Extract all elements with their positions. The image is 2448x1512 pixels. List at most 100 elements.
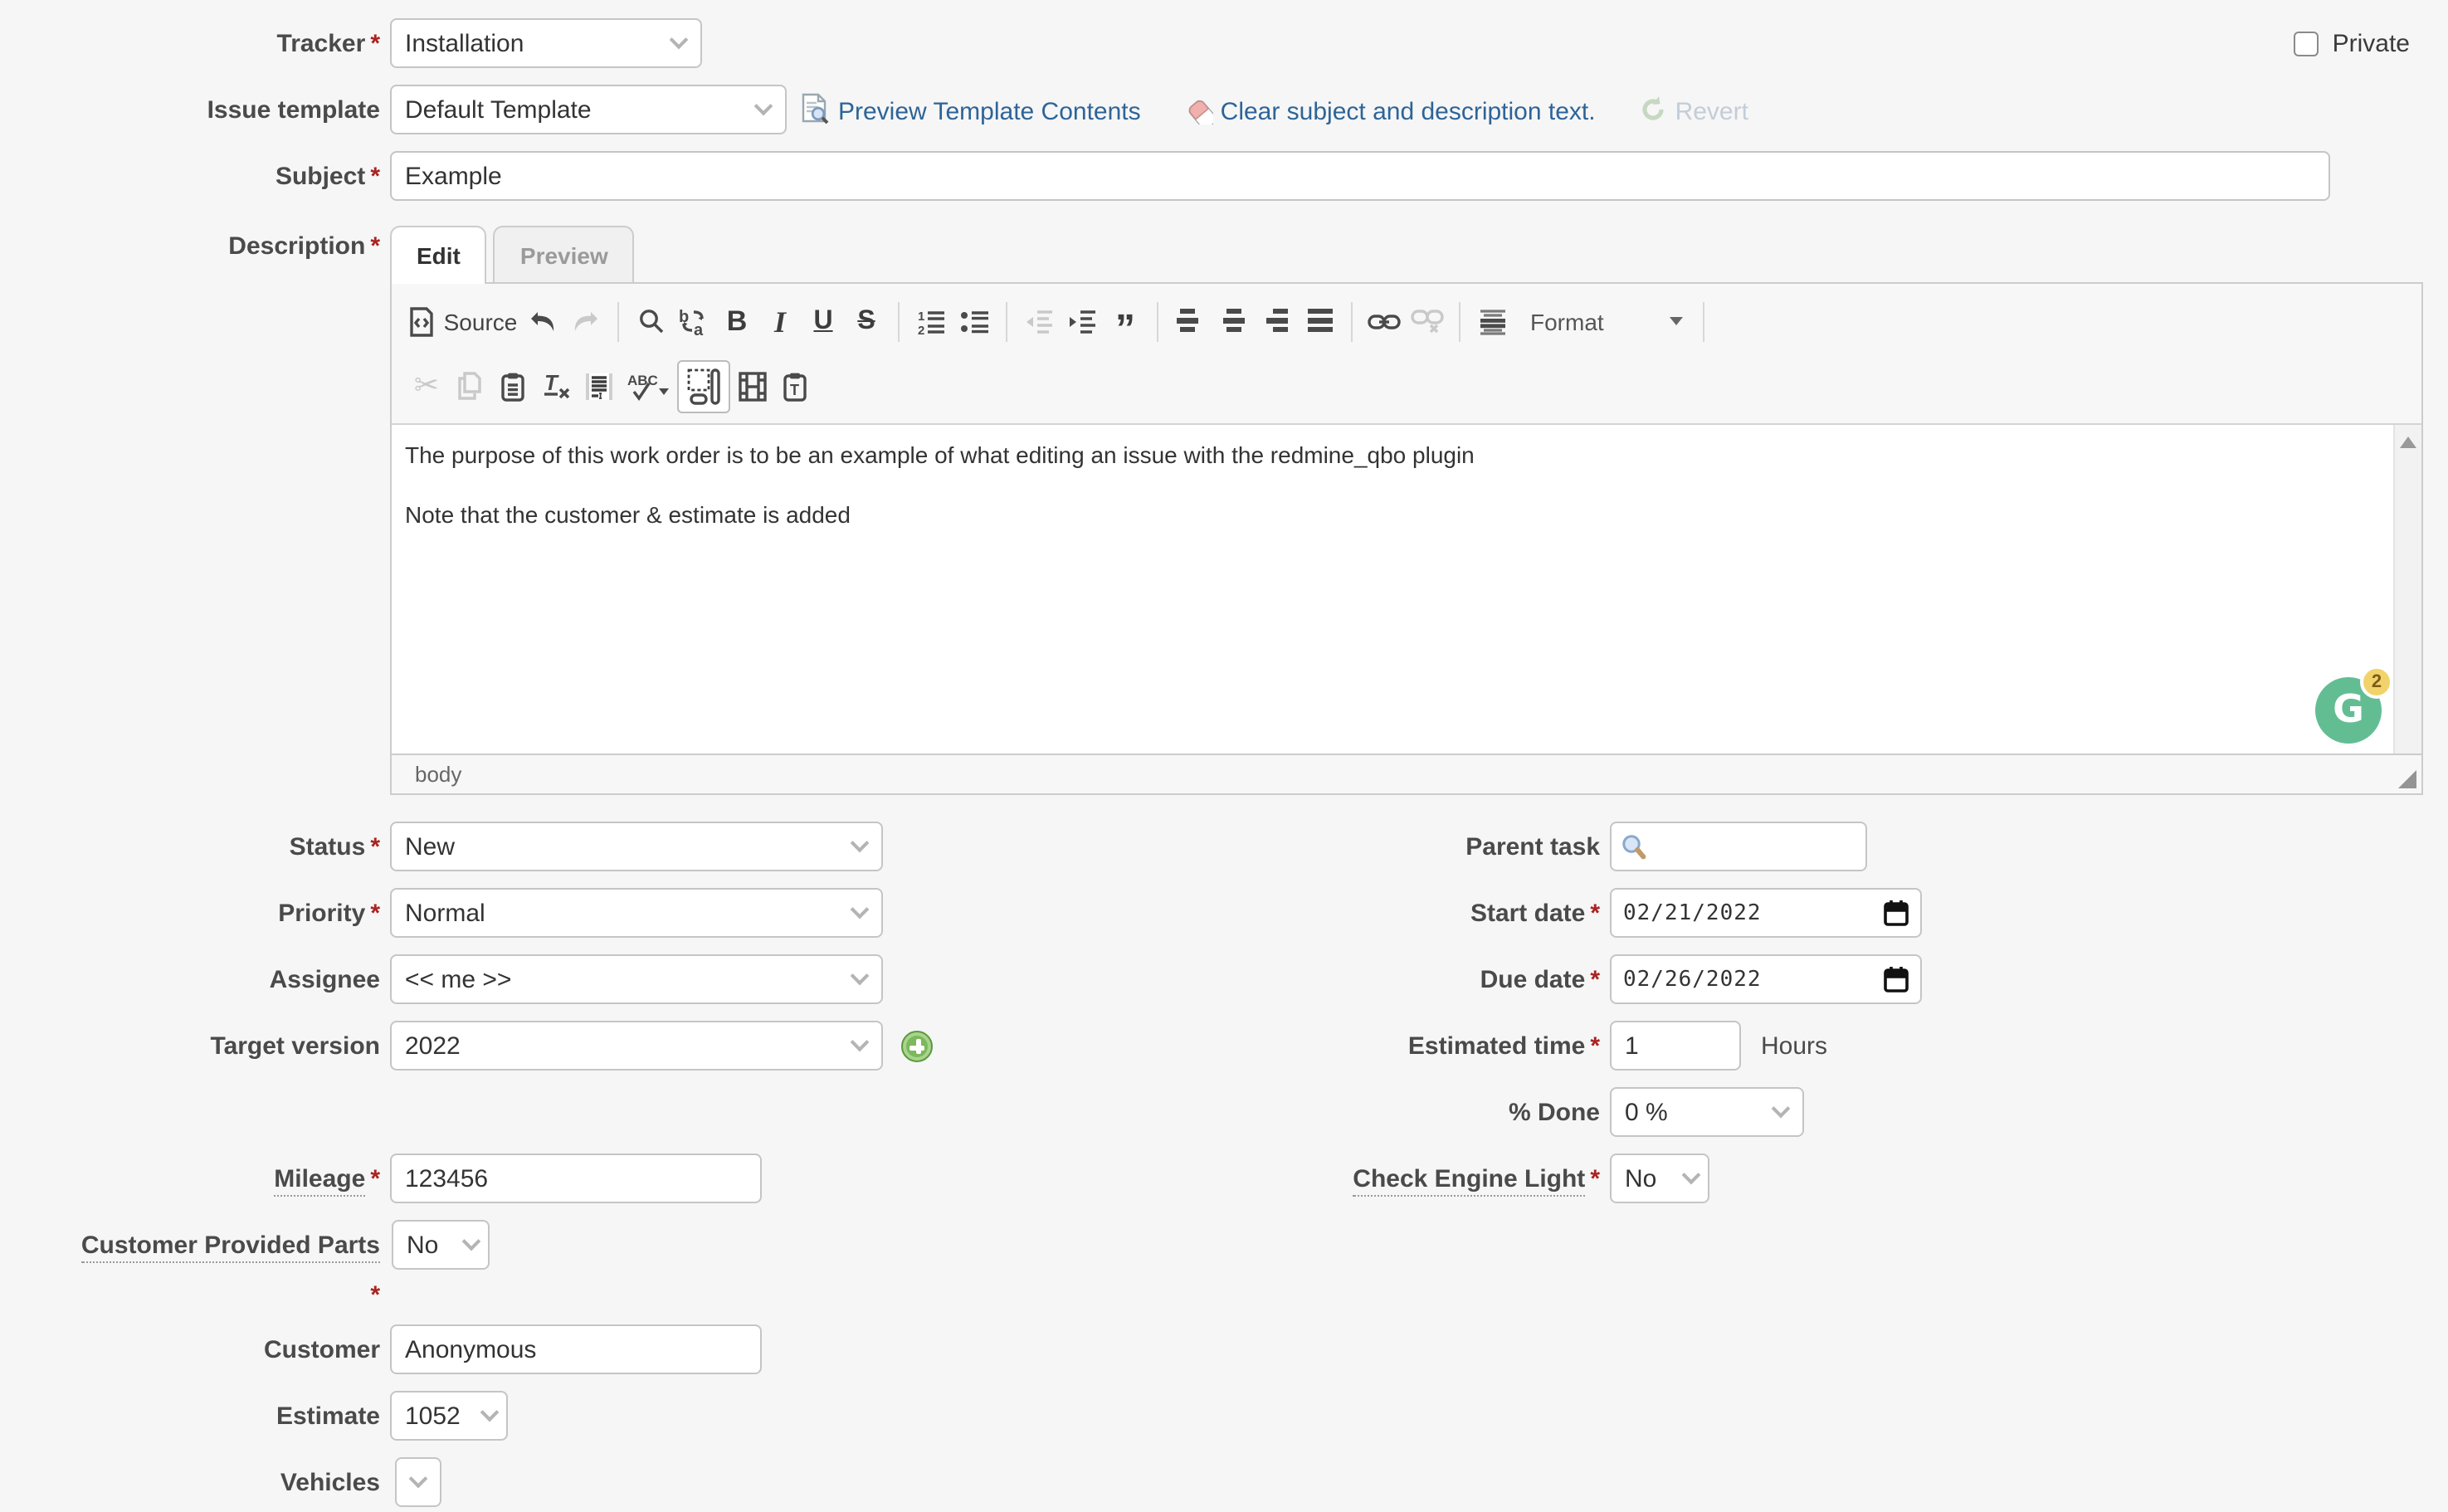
align-right-button[interactable] — [1255, 300, 1298, 343]
strikethrough-icon: S — [857, 308, 875, 334]
redo-button[interactable] — [564, 300, 607, 343]
outdent-button[interactable] — [1017, 300, 1061, 343]
spell-check-button[interactable]: ABC — [621, 364, 677, 407]
status-select[interactable]: New — [390, 822, 883, 871]
bullet-list-button[interactable] — [953, 300, 996, 343]
check-engine-light-label: Check Engine Light* — [1230, 1164, 1600, 1193]
editor-content[interactable]: The purpose of this work order is to be … — [392, 425, 2421, 754]
private-field: Private — [2294, 10, 2410, 76]
customer-provided-parts-label: Customer Provided Parts — [0, 1231, 380, 1259]
cut-button[interactable]: ✂ — [405, 364, 448, 407]
chevron-down-icon — [670, 31, 689, 50]
target-version-select[interactable]: 2022 — [390, 1021, 883, 1071]
revert-link[interactable]: Revert — [1639, 94, 1748, 125]
paste-plain-text-button[interactable]: T — [773, 364, 817, 407]
clear-subject-description-link[interactable]: Clear subject and description text. — [1184, 94, 1596, 125]
strikethrough-button[interactable]: S — [845, 300, 888, 343]
estimated-time-label: Estimated time* — [1230, 1032, 1600, 1060]
italic-icon: I — [774, 306, 786, 336]
start-date-input[interactable]: 02/21/2022 — [1610, 888, 1922, 938]
editor-scrollbar[interactable] — [2393, 425, 2421, 754]
percent-done-label: % Done — [1230, 1098, 1600, 1126]
source-button[interactable]: Source — [405, 300, 521, 343]
description-paragraph: Note that the customer & estimate is add… — [405, 500, 2378, 529]
preview-template-link[interactable]: Preview Template Contents — [800, 93, 1141, 126]
blockquote-icon: ” — [1115, 321, 1135, 337]
required-marker: * — [1590, 899, 1600, 927]
toolbar-row-2: ✂ T ABC T — [405, 354, 2408, 418]
estimate-row: Estimate 1052 — [0, 1383, 2448, 1449]
svg-text:2: 2 — [918, 323, 924, 334]
italic-button[interactable]: I — [758, 300, 802, 343]
copy-icon — [456, 372, 483, 400]
align-left-button[interactable] — [1168, 300, 1212, 343]
link-button[interactable] — [1363, 300, 1406, 343]
div-container-button[interactable] — [1470, 300, 1514, 343]
underline-button[interactable]: U — [802, 300, 845, 343]
target-version-label: Target version — [0, 1032, 380, 1060]
resize-handle[interactable] — [2398, 770, 2416, 788]
format-dropdown[interactable]: Format — [1530, 308, 1683, 334]
required-marker: * — [370, 832, 380, 861]
tracker-row: Tracker* Installation Private — [0, 10, 2448, 76]
align-center-button[interactable] — [1212, 300, 1255, 343]
unlink-button[interactable] — [1406, 300, 1449, 343]
subject-row: Subject* — [0, 143, 2448, 209]
subject-input[interactable] — [390, 151, 2330, 201]
issue-template-select[interactable]: Default Template — [390, 85, 787, 134]
priority-select[interactable]: Normal — [390, 888, 883, 938]
chevron-down-icon — [409, 1470, 428, 1489]
magic-selection-button[interactable] — [677, 359, 730, 412]
justify-icon — [1305, 309, 1334, 334]
remove-format-icon: T — [541, 372, 571, 400]
assignee-select[interactable]: << me >> — [390, 954, 883, 1004]
outdent-icon — [1024, 308, 1054, 334]
customer-provided-parts-required-row: * — [0, 1278, 2448, 1311]
grammarly-icon: G — [2333, 695, 2364, 725]
estimated-time-input[interactable] — [1610, 1021, 1741, 1071]
grammarly-widget[interactable]: G 2 — [2315, 677, 2382, 744]
find-button[interactable] — [629, 300, 672, 343]
customer-input[interactable] — [390, 1324, 762, 1374]
svg-text:ABC: ABC — [627, 372, 658, 388]
align-center-icon — [1219, 309, 1247, 334]
hours-unit-label: Hours — [1761, 1032, 1827, 1060]
replace-button[interactable]: ba — [672, 300, 715, 343]
mileage-input[interactable] — [390, 1154, 762, 1203]
toolbar-separator — [1006, 301, 1007, 341]
add-version-button[interactable] — [901, 1030, 933, 1061]
justify-button[interactable] — [1298, 300, 1341, 343]
numbered-list-button[interactable]: 12 — [909, 300, 953, 343]
indent-button[interactable] — [1061, 300, 1104, 343]
tracker-select[interactable]: Installation — [390, 18, 702, 68]
select-all-button[interactable] — [578, 364, 621, 407]
check-engine-light-select[interactable]: No — [1610, 1154, 1709, 1203]
paste-button[interactable] — [491, 364, 534, 407]
remove-format-button[interactable]: T — [534, 364, 578, 407]
tab-preview[interactable]: Preview — [494, 226, 635, 282]
percent-done-select[interactable]: 0 % — [1610, 1087, 1804, 1137]
estimate-select[interactable]: 1052 — [390, 1391, 508, 1441]
vehicles-label: Vehicles — [0, 1468, 380, 1496]
bold-button[interactable]: B — [715, 300, 758, 343]
eraser-icon — [1184, 94, 1214, 124]
undo-button[interactable] — [521, 300, 564, 343]
copy-button[interactable] — [448, 364, 491, 407]
private-checkbox[interactable] — [2294, 31, 2319, 56]
required-marker: * — [370, 899, 380, 927]
assignee-label: Assignee — [0, 965, 380, 993]
vehicles-select[interactable] — [395, 1457, 441, 1507]
element-path[interactable]: body — [415, 762, 461, 787]
chevron-down-icon — [462, 1232, 481, 1251]
chevron-down-icon — [851, 900, 870, 919]
media-embed-button[interactable] — [730, 364, 773, 407]
customer-provided-parts-select[interactable]: No — [392, 1220, 490, 1270]
indent-icon — [1067, 308, 1097, 334]
customer-provided-parts-row: Customer Provided Parts No — [0, 1212, 2448, 1278]
revert-arrow-icon — [1639, 94, 1669, 124]
parent-task-input[interactable] — [1610, 822, 1867, 871]
blockquote-button[interactable]: ” — [1104, 300, 1147, 343]
tab-edit[interactable]: Edit — [390, 226, 487, 284]
due-date-input[interactable]: 02/26/2022 — [1610, 954, 1922, 1004]
align-right-icon — [1262, 309, 1290, 334]
